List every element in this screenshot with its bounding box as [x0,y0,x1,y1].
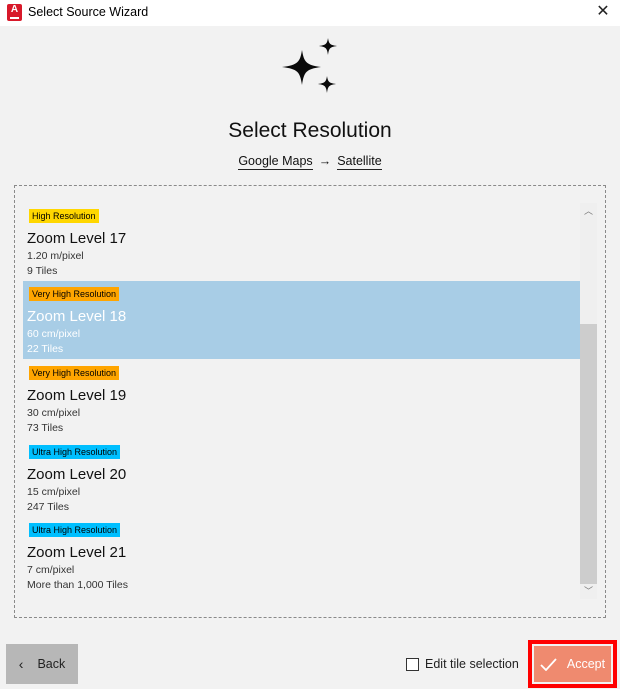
back-button-label: Back [37,657,66,671]
resolution-badge: Ultra High Resolution [29,523,121,537]
resolution-badge: Very High Resolution [29,287,120,301]
close-icon[interactable]: ✕ [594,3,612,21]
resolution-badge: Very High Resolution [29,366,120,380]
tile-count: 22 Tiles [27,343,64,355]
edit-tile-selection-toggle[interactable]: Edit tile selection [406,656,519,672]
accept-button-label: Accept [566,657,606,671]
back-button[interactable]: ‹ Back [6,644,78,684]
list-item-zoom-20[interactable]: Ultra High Resolution Zoom Level 20 15 c… [23,439,580,517]
list-item-zoom-19[interactable]: Very High Resolution Zoom Level 19 30 cm… [23,360,580,438]
breadcrumb-type[interactable]: Satellite [337,154,382,170]
zoom-level-title: Zoom Level 17 [27,230,127,247]
breadcrumb-source[interactable]: Google Maps [238,154,313,170]
resolution-value: 15 cm/pixel [27,486,81,498]
sparkles-icon [282,38,337,93]
resolution-list: High Resolution Zoom Level 17 1.20 m/pix… [23,203,580,599]
zoom-level-title: Zoom Level 21 [27,544,127,561]
checkmark-icon [540,657,557,671]
resolution-value: 60 cm/pixel [27,328,81,340]
app-logo-icon: A [7,4,22,21]
zoom-level-title: Zoom Level 20 [27,466,127,483]
scrollbar-thumb[interactable] [580,324,597,584]
breadcrumb-arrow: → [318,154,332,168]
tile-count: 9 Tiles [27,265,58,277]
accept-button[interactable]: Accept [534,646,611,682]
resolution-value: 30 cm/pixel [27,407,81,419]
scroll-down-icon[interactable]: ﹀ [580,583,597,599]
list-item-zoom-17[interactable]: High Resolution Zoom Level 17 1.20 m/pix… [23,203,580,281]
list-item-zoom-18[interactable]: Very High Resolution Zoom Level 18 60 cm… [23,281,580,359]
tile-count: 73 Tiles [27,422,64,434]
resolution-value: 1.20 m/pixel [27,250,84,262]
resolution-badge: High Resolution [29,209,99,223]
breadcrumb: Google Maps → Satellite [0,154,620,170]
tile-count: More than 1,000 Tiles [27,579,128,591]
list-scrollbar[interactable]: ︿ ﹀ [580,203,597,599]
edit-tile-selection-label: Edit tile selection [425,657,519,671]
chevron-left-icon: ‹ [18,656,24,672]
window-title: Select Source Wizard [28,5,149,19]
edit-tile-selection-checkbox[interactable] [406,657,419,671]
zoom-level-title: Zoom Level 18 [27,308,127,325]
resolution-badge: Ultra High Resolution [29,445,121,459]
list-item-zoom-21[interactable]: Ultra High Resolution Zoom Level 21 7 cm… [23,517,580,595]
page-title: Select Resolution [228,119,392,142]
tile-count: 247 Tiles [27,501,70,513]
app-logo-letter: A [10,4,19,15]
scroll-up-icon[interactable]: ︿ [580,203,597,219]
zoom-level-title: Zoom Level 19 [27,387,127,404]
title-bar: A Select Source Wizard ✕ [0,0,620,26]
resolution-value: 7 cm/pixel [27,564,75,576]
